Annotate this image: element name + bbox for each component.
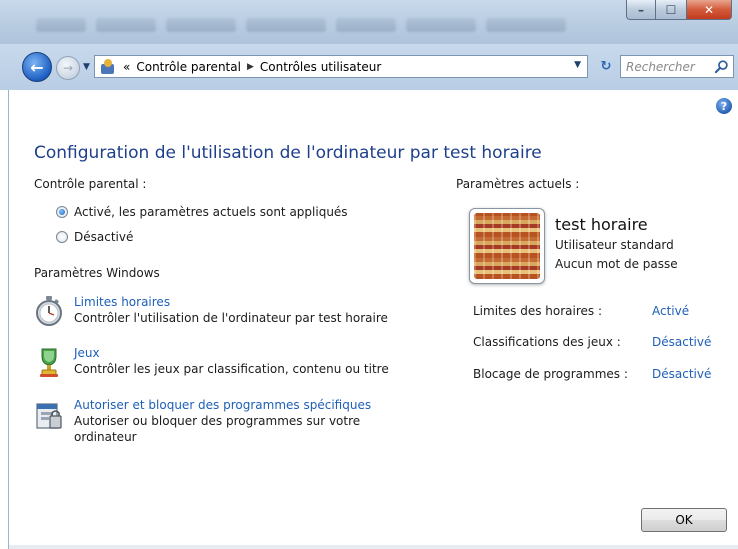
user-avatar xyxy=(469,208,545,284)
setting-time-limits-label: Limites des horaires : xyxy=(473,304,602,318)
maximize-button[interactable]: ☐ xyxy=(656,0,686,20)
parental-control-label: Contrôle parental : xyxy=(34,177,147,191)
radio-disabled[interactable] xyxy=(56,231,68,243)
windows-settings-label: Paramètres Windows xyxy=(34,266,160,280)
minimize-button[interactable]: – xyxy=(626,0,656,20)
page-title: Configuration de l'utilisation de l'ordi… xyxy=(34,143,542,163)
games-description: Contrôler les jeux par classification, c… xyxy=(74,362,389,376)
breadcrumb-item-parental-control[interactable]: Contrôle parental xyxy=(136,60,241,74)
trophy-icon xyxy=(40,348,58,377)
address-dropdown-icon[interactable]: ▼ xyxy=(574,60,581,70)
radio-enabled-label[interactable]: Activé, les paramètres actuels sont appl… xyxy=(74,205,348,219)
avatar-picture xyxy=(474,213,540,279)
current-settings-label: Paramètres actuels : xyxy=(456,177,580,191)
stopwatch-icon xyxy=(36,296,62,326)
radio-disabled-label[interactable]: Désactivé xyxy=(74,230,133,244)
task-programs: Autoriser et bloquer des programmes spéc… xyxy=(34,398,384,445)
bottom-border xyxy=(9,545,738,549)
search-input[interactable]: Rechercher xyxy=(620,55,734,78)
content-pane: ? Configuration de l'utilisation de l'or… xyxy=(8,90,738,549)
time-limits-description: Contrôler l'utilisation de l'ordinateur … xyxy=(74,311,388,325)
chevron-right-icon[interactable]: ▶ xyxy=(247,62,254,72)
programs-link[interactable]: Autoriser et bloquer des programmes spéc… xyxy=(74,398,384,413)
games-link[interactable]: Jeux xyxy=(74,346,389,361)
title-bar: – ☐ ✕ xyxy=(0,0,738,44)
programs-description: Autoriser ou bloquer des programmes sur … xyxy=(74,414,361,444)
task-time-limits: Limites horaires Contrôler l'utilisation… xyxy=(34,295,388,327)
user-name: test horaire xyxy=(555,215,648,234)
refresh-icon: ↻ xyxy=(600,59,612,74)
breadcrumb-item-user-controls[interactable]: Contrôles utilisateur xyxy=(260,60,381,74)
breadcrumb-prefix[interactable]: « xyxy=(123,60,130,74)
arrow-right-icon: → xyxy=(62,61,74,75)
window-controls: – ☐ ✕ xyxy=(626,0,732,20)
back-button[interactable]: ← xyxy=(22,52,52,82)
radio-enabled[interactable] xyxy=(56,206,68,218)
refresh-button[interactable]: ↻ xyxy=(594,55,618,78)
radio-enabled-option[interactable]: Activé, les paramètres actuels sont appl… xyxy=(56,205,348,219)
navigation-bar: ← → ▼ « Contrôle parental ▶ Contrôles ut… xyxy=(0,44,738,90)
close-button[interactable]: ✕ xyxy=(686,0,732,20)
control-panel-icon xyxy=(99,58,117,75)
setting-time-limits-value: Activé xyxy=(652,304,690,318)
ok-button[interactable]: OK xyxy=(641,508,727,532)
time-limits-link[interactable]: Limites horaires xyxy=(74,295,388,310)
arrow-left-icon: ← xyxy=(30,57,44,77)
user-account-type: Utilisateur standard xyxy=(555,238,674,252)
setting-program-blocking-value: Désactivé xyxy=(652,367,712,381)
program-block-icon xyxy=(36,403,62,429)
help-icon[interactable]: ? xyxy=(716,98,732,114)
setting-game-ratings-value: Désactivé xyxy=(652,335,712,349)
recent-pages-dropdown[interactable]: ▼ xyxy=(83,62,90,72)
user-password-status: Aucun mot de passe xyxy=(555,257,678,271)
forward-button[interactable]: → xyxy=(56,56,80,80)
setting-program-blocking-label: Blocage de programmes : xyxy=(473,367,628,381)
setting-game-ratings-label: Classifications des jeux : xyxy=(473,335,621,349)
search-icon[interactable] xyxy=(714,59,729,74)
address-bar[interactable]: « Contrôle parental ▶ Contrôles utilisat… xyxy=(94,55,588,78)
blurred-toolbar xyxy=(36,18,566,32)
search-placeholder: Rechercher xyxy=(626,59,695,74)
task-games: Jeux Contrôler les jeux par classificati… xyxy=(34,346,389,378)
radio-disabled-option[interactable]: Désactivé xyxy=(56,230,133,244)
